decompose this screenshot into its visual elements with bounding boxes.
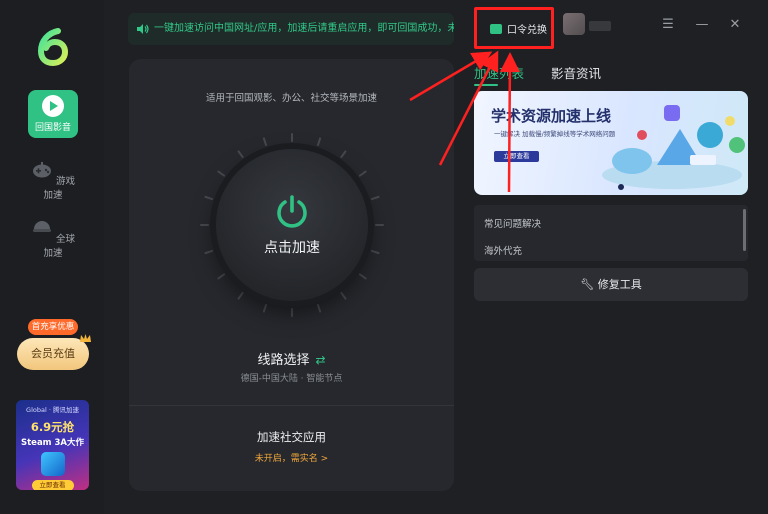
ad-brand: Global · 腾讯加速 [26, 406, 79, 414]
steam-icon [40, 452, 65, 476]
route-detail: 德国-中国大陆 · 智能节点 [240, 374, 343, 384]
banner-cta-button[interactable]: 立即查看 [494, 151, 539, 162]
dial-tick [217, 170, 226, 177]
app-logo [37, 28, 69, 66]
steam-promo-card[interactable]: Global · 腾讯加速 6.9元抢 Steam 3A大作 立即查看 [16, 400, 89, 490]
dial-tick [340, 150, 347, 159]
banner-illustration [602, 105, 745, 189]
ad-cta-button[interactable]: 立即查看 [31, 480, 74, 490]
speaker-icon [137, 24, 149, 34]
swap-icon: ⇄ [315, 353, 326, 367]
annotation-highlight-box [474, 7, 554, 49]
power-icon [277, 195, 307, 228]
notice-text: 一键加速访问中国网址/应用，加速后请重启应用，即可回国成功，未开启 [154, 23, 454, 34]
promo-badge: 首充享优惠 [28, 319, 78, 335]
crown-icon [80, 334, 91, 342]
banner-title: 学术资源加速上线 [491, 107, 612, 125]
nav-item-media[interactable]: 回国影音 [28, 90, 78, 138]
menu-icon[interactable]: ☰ [660, 17, 676, 33]
banner-subtitle: 一键解决 加载慢/频繁掉线等学术网络问题 [494, 130, 616, 138]
faq-item[interactable]: 海外代充 [484, 243, 522, 257]
scrollbar[interactable] [743, 209, 746, 251]
academic-banner[interactable]: 学术资源加速上线 一键解决 加载慢/频繁掉线等学术网络问题 立即查看 [474, 91, 748, 195]
avatar[interactable] [563, 13, 585, 35]
vip-button-label: 会员充值 [31, 347, 75, 360]
notice-bar: 一键加速访问中国网址/应用，加速后请重启应用，即可回国成功，未开启 [128, 13, 454, 45]
accelerate-panel: 适用于回国观影、办公、社交等场景加速 点击加速 线路选择 ⇄ 德国-中国大陆 · … [129, 59, 454, 491]
route-title: 线路选择 [257, 353, 310, 368]
dial-tick [370, 249, 380, 255]
globe-icon [32, 221, 51, 232]
vip-recharge-button[interactable]: 会员充值 [17, 334, 91, 370]
repair-tool-button[interactable]: 🔧︎ 修复工具 [474, 268, 748, 301]
minimize-icon[interactable]: — [694, 17, 710, 33]
route-select[interactable]: 线路选择 ⇄ [129, 349, 454, 368]
ad-price: 6.9元抢 [30, 420, 75, 434]
dial-tick [262, 303, 268, 313]
dial-tick [204, 249, 214, 255]
dial-tick [204, 195, 214, 201]
play-icon [42, 95, 64, 117]
sidebar: 回国影音 游戏加速 全球加速 首充享优惠 会员充值 Global · 腾讯加速 … [0, 0, 104, 514]
dial-tick [358, 273, 367, 280]
social-accelerate-status[interactable]: 未开启，需实名 > [129, 451, 454, 464]
social-accelerate-title: 加速社交应用 [257, 430, 326, 444]
dial-tick [237, 291, 244, 300]
dial-tick [316, 137, 322, 147]
dial-tick [237, 150, 244, 159]
tab-accelerate-list[interactable]: 加速列表 [474, 63, 524, 82]
power-label: 点击加速 [264, 240, 320, 256]
dial-tick [370, 195, 380, 201]
ad-title: Steam 3A大作 [21, 438, 84, 448]
wrench-icon: 🔧︎ [580, 278, 595, 291]
faq-item[interactable]: 常见问题解决 [484, 216, 541, 230]
dial-tick [316, 303, 322, 313]
tab-underline [474, 84, 498, 86]
start-accelerate-button[interactable]: 点击加速 [216, 149, 368, 301]
close-icon[interactable]: ✕ [727, 17, 743, 33]
dial-tick [217, 273, 226, 280]
tab-media-news[interactable]: 影音资讯 [551, 63, 601, 82]
banner-pagination [618, 184, 624, 190]
username-blurred [589, 21, 611, 31]
nav-item-global[interactable]: 全球加速 [28, 216, 78, 259]
divider [129, 405, 454, 406]
dial-tick [262, 137, 268, 147]
faq-list: 常见问题解决 海外代充 [474, 205, 748, 261]
dial-tick [358, 170, 367, 177]
dial-tick [340, 291, 347, 300]
nav-item-label: 回国影音 [34, 123, 71, 133]
nav-item-game[interactable]: 游戏加速 [28, 158, 78, 201]
repair-label: 修复工具 [597, 278, 642, 291]
gamepad-icon [32, 162, 51, 178]
